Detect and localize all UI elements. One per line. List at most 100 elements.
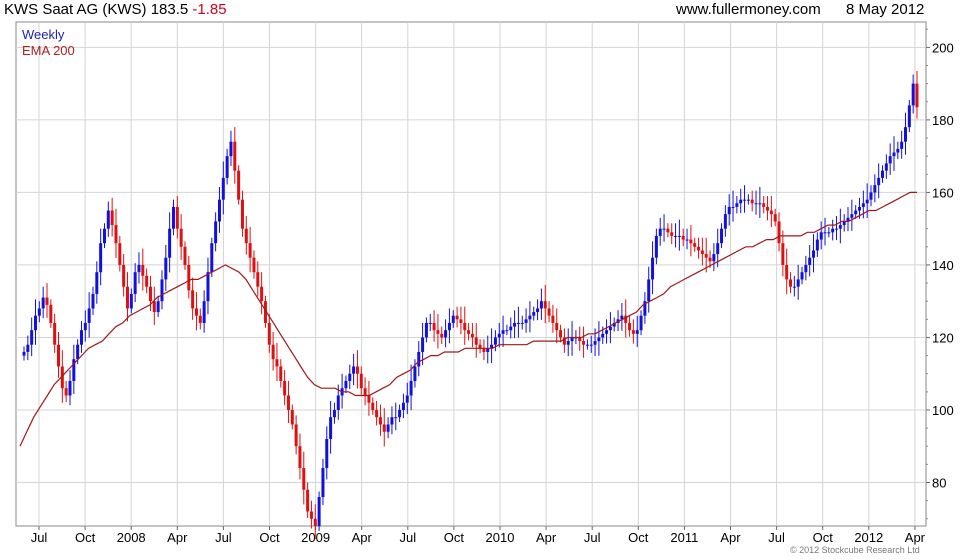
- candle-body: [693, 243, 697, 247]
- candle-body: [547, 308, 551, 316]
- candle-body: [635, 330, 639, 334]
- candle-body: [677, 235, 681, 237]
- x-tick-label: Apr: [167, 530, 188, 545]
- x-tick-label: Apr: [536, 530, 557, 545]
- candle-body: [171, 206, 175, 229]
- candle-body: [470, 333, 474, 338]
- candle-body: [283, 380, 287, 396]
- candle-body: [608, 326, 612, 331]
- x-tick-label: Oct: [259, 530, 280, 545]
- candle-body: [873, 185, 877, 193]
- candle-body: [551, 315, 555, 323]
- candle-body: [332, 409, 336, 418]
- candle-body: [68, 380, 72, 396]
- candle-body: [145, 275, 149, 287]
- candle-body: [325, 438, 329, 468]
- candle-body: [344, 380, 348, 389]
- candle-body: [509, 326, 513, 331]
- candle-body: [589, 344, 593, 346]
- candle-body: [137, 264, 141, 273]
- candle-body: [41, 297, 45, 309]
- candle-body: [390, 417, 394, 425]
- candle-body: [896, 148, 900, 153]
- candle-body: [769, 210, 773, 215]
- candle-body: [662, 228, 666, 230]
- candle-body: [313, 518, 317, 526]
- candle-body: [915, 83, 919, 108]
- candle-body: [421, 337, 425, 352]
- candle-body: [141, 264, 145, 276]
- candle-body: [808, 257, 812, 265]
- candle-body: [79, 330, 83, 345]
- candle-body: [447, 322, 451, 331]
- candle-body: [524, 319, 528, 323]
- candle-body: [309, 511, 313, 519]
- candle-body: [566, 341, 570, 345]
- candle-body: [704, 254, 708, 258]
- candle-body: [225, 156, 229, 178]
- candle-body: [160, 279, 164, 302]
- candle-body: [823, 232, 827, 234]
- candle-body: [666, 228, 670, 233]
- candle-body: [700, 250, 704, 255]
- candle-body: [53, 322, 57, 345]
- x-tick-label: Jul: [31, 530, 48, 545]
- candle-body: [99, 243, 103, 273]
- candle-body: [559, 330, 563, 338]
- x-tick-label: 2012: [854, 530, 883, 545]
- candle-body: [601, 333, 605, 338]
- candle-body: [869, 192, 873, 200]
- candle-body: [746, 199, 750, 201]
- x-tick-label: Apr: [905, 530, 926, 545]
- candle-body: [858, 206, 862, 211]
- candle-body: [904, 127, 908, 142]
- candle-body: [233, 141, 237, 171]
- candle-body: [582, 341, 586, 345]
- candle-body: [497, 333, 501, 338]
- candle-body: [536, 308, 540, 313]
- legend-weekly: Weekly: [22, 27, 65, 42]
- candle-body: [785, 264, 789, 280]
- candle-body: [378, 417, 382, 425]
- candle-body: [888, 156, 892, 164]
- candle-body: [804, 264, 808, 273]
- candle-body: [336, 395, 340, 410]
- candle-body: [394, 417, 398, 419]
- candle-body: [275, 359, 279, 367]
- candle-body: [585, 344, 589, 346]
- candle-body: [49, 304, 53, 323]
- candle-body: [290, 409, 294, 425]
- candle-body: [398, 409, 402, 418]
- candle-body: [777, 221, 781, 244]
- candle-body: [355, 366, 359, 374]
- candle-body: [152, 301, 156, 313]
- candle-body: [685, 239, 689, 241]
- candle-body: [907, 105, 911, 128]
- candle-body: [528, 315, 532, 320]
- candle-body: [474, 337, 478, 345]
- candle-body: [279, 366, 283, 381]
- candle-body: [237, 170, 241, 200]
- y-tick-label: 140: [932, 258, 954, 273]
- candle-body: [835, 228, 839, 230]
- candle-body: [298, 446, 302, 468]
- candle-body: [865, 199, 869, 204]
- candle-body: [727, 206, 731, 215]
- x-tick-label: Oct: [813, 530, 834, 545]
- y-tick-label: 80: [932, 475, 946, 490]
- candle-body: [831, 228, 835, 233]
- candle-body: [628, 322, 632, 331]
- candle-body: [505, 330, 509, 332]
- candle-body: [33, 315, 37, 331]
- candle-body: [754, 203, 758, 205]
- candle-body: [697, 246, 701, 251]
- price-chart: 80 100 120 140 160 180 200 Jul Oct 2008 Apr Jul Oct 2…: [15, 21, 954, 545]
- candle-body: [735, 203, 739, 207]
- candle-body: [168, 228, 172, 258]
- candle-body: [520, 322, 524, 324]
- candle-body: [83, 322, 87, 331]
- legend-ema: EMA 200: [22, 43, 75, 58]
- candle-body: [451, 315, 455, 323]
- candle-body: [854, 210, 858, 215]
- candle-body: [256, 272, 260, 287]
